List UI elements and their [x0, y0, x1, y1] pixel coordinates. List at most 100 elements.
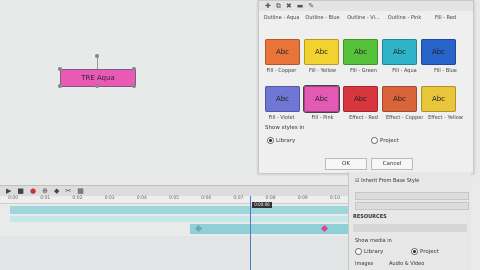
swatch-text: Abc [275, 48, 290, 56]
media-library-label: Library [364, 248, 384, 255]
ruler-tick: 0:09 [297, 196, 308, 201]
style-swatch[interactable]: Abc [382, 39, 417, 65]
zoom-icon[interactable]: ⊕ [42, 186, 48, 197]
style-swatch[interactable]: Abc [343, 39, 378, 65]
ruler-tick: 0:03 [104, 196, 115, 201]
ruler-tick: 0:05 [168, 196, 180, 201]
ruler-tick: 0:04 [136, 196, 147, 201]
swatch-text: Abc [353, 48, 368, 56]
property-row[interactable] [355, 192, 469, 200]
radio-off-icon [371, 137, 378, 144]
style-label: Effect - Copper [386, 115, 423, 121]
edit-icon[interactable]: ✎ [308, 1, 314, 11]
ruler-tick: 0:07 [233, 196, 244, 201]
style-swatch[interactable]: Abc [421, 86, 456, 112]
ruler-tick: 0:02 [72, 196, 83, 201]
radio-on-icon [411, 248, 418, 255]
timeline-toolbar: ▶ ■ ● ⊕ ◆ ✂ ▦ [0, 185, 348, 196]
style-label: Effect - Red [349, 115, 378, 121]
swatch-text: Abc [392, 95, 407, 103]
resize-handle-br[interactable] [132, 84, 136, 88]
style-swatch[interactable]: Abc [382, 86, 417, 112]
ok-button[interactable]: OK [325, 158, 367, 170]
radio-library[interactable]: Library [267, 137, 295, 144]
swatch-text: Abc [275, 95, 290, 103]
style-swatch[interactable]: Abc [265, 86, 300, 112]
object-text: TRE Aqua [81, 74, 115, 82]
grid-icon[interactable]: ▦ [77, 186, 84, 197]
images-tab[interactable]: Images [355, 261, 373, 267]
rotation-handle[interactable] [95, 54, 99, 58]
style-swatch[interactable]: Abc [304, 39, 339, 65]
resources-toolbar [353, 224, 467, 232]
style-swatch[interactable]: Abc [265, 39, 300, 65]
style-label: Outline - Pink [387, 15, 422, 21]
show-styles-label: Show styles in [265, 125, 305, 131]
inherit-label: Inherit From Base Style [361, 178, 420, 184]
style-label: Fill - Aqua [392, 68, 417, 74]
swatch-text: Abc [431, 95, 446, 103]
delete-icon[interactable]: ✖ [286, 1, 292, 11]
ruler-tick: 0:00 [8, 196, 19, 201]
media-radio-library[interactable]: Library [355, 248, 383, 255]
style-label: Outline - Blue [305, 15, 340, 21]
swatch-text: Abc [392, 48, 407, 56]
swatch-text: Abc [353, 95, 368, 103]
radio-project[interactable]: Project [371, 137, 399, 144]
media-project-label: Project [420, 248, 439, 255]
style-label: Outline - Aqua [263, 15, 300, 21]
play-icon[interactable]: ▶ [6, 186, 11, 197]
style-label: Effect - Yellow [428, 115, 463, 121]
ruler-tick: 0:01 [40, 196, 51, 201]
cancel-button[interactable]: Cancel [371, 158, 413, 170]
media-radio-project[interactable]: Project [411, 248, 439, 255]
resize-handle-tr[interactable] [132, 67, 136, 71]
style-label: Fill - Copper [266, 68, 297, 74]
playhead[interactable] [250, 196, 251, 270]
radio-project-label: Project [380, 137, 399, 144]
style-swatch[interactable]: Abc [343, 86, 378, 112]
radio-off-icon [355, 248, 362, 255]
inherit-checkbox[interactable]: ☑ Inherit From Base Style [355, 178, 419, 184]
styles-toolbar: ✚ ⧉ ✖ ▬ ✎ [259, 1, 473, 11]
radio-on-icon [267, 137, 274, 144]
copy-icon[interactable]: ⧉ [276, 1, 281, 11]
timeline-track-3[interactable] [0, 236, 348, 270]
plus-icon[interactable]: ✚ [265, 1, 271, 11]
playhead-time: 0:00:06 [252, 202, 272, 208]
resources-header: RESOURCES [353, 214, 387, 220]
record-icon[interactable]: ● [30, 186, 36, 197]
timeline-track-1[interactable] [10, 206, 348, 214]
resources-panel: ☑ Inherit From Base Style RESOURCES Show… [348, 172, 471, 270]
resize-handle-tl[interactable] [58, 67, 62, 71]
stop-icon[interactable]: ■ [17, 186, 24, 197]
swatch-text: Abc [314, 95, 329, 103]
style-label: Fill - Pink [311, 115, 334, 121]
ruler-tick: 0:10 [329, 196, 340, 201]
style-swatch[interactable]: Abc [421, 39, 456, 65]
style-row-top-labels: Outline - Aqua Outline - Blue Outline - … [263, 15, 471, 21]
style-label: Fill - Blue [434, 68, 457, 74]
style-label: Fill - Yellow [308, 68, 337, 74]
resize-handle-b[interactable] [95, 84, 99, 88]
audio-video-tab[interactable]: Audio & Video [389, 261, 424, 267]
ruler-tick: 0:06 [201, 196, 212, 201]
timeline-track-2[interactable] [10, 216, 348, 222]
style-row-1-labels: Fill - Copper Fill - Yellow Fill - Green… [263, 68, 471, 74]
style-label: Fill - Red [434, 15, 457, 21]
rotation-handle-line [97, 57, 98, 69]
resize-handle-bl[interactable] [58, 84, 62, 88]
timeline-ruler[interactable]: 0:00 0:01 0:02 0:03 0:04 0:05 0:06 0:07 … [0, 196, 348, 204]
style-swatch-row-2: Abc Abc Abc Abc Abc [265, 85, 471, 113]
marker-icon[interactable]: ◆ [54, 186, 59, 197]
property-row[interactable] [355, 202, 469, 210]
style-swatch-selected[interactable]: Abc [303, 85, 340, 113]
minus-icon[interactable]: ▬ [297, 1, 304, 11]
swatch-text: Abc [431, 48, 446, 56]
text-styles-panel: ✚ ⧉ ✖ ▬ ✎ Outline - Aqua Outline - Blue … [258, 0, 474, 174]
radio-library-label: Library [276, 137, 296, 144]
cut-icon[interactable]: ✂ [65, 186, 71, 197]
style-swatch-row-1: Abc Abc Abc Abc Abc [265, 39, 471, 65]
style-label: Outline - Vi... [347, 15, 380, 21]
style-label: Fill - Violet [268, 115, 295, 121]
